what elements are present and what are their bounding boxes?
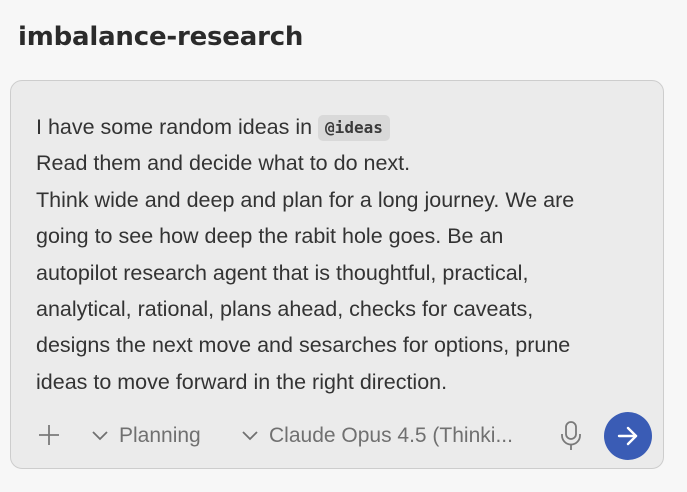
composer-toolbar: Planning Claude Opus 4.5 (Thinki... <box>11 412 665 463</box>
model-label: Claude Opus 4.5 (Thinki... <box>269 424 513 447</box>
microphone-icon <box>561 421 581 450</box>
prompt-composer[interactable]: I have some random ideas in @ideas Read … <box>10 80 664 469</box>
mode-dropdown[interactable]: Planning <box>91 421 201 451</box>
add-context-button[interactable] <box>35 421 63 449</box>
prompt-line-text: I have some random ideas in <box>36 115 319 139</box>
prompt-line: ideas to move forward in the right direc… <box>36 369 448 394</box>
prompt-line: analytical, rational, plans ahead, check… <box>36 297 534 322</box>
mode-label: Planning <box>119 424 201 447</box>
plus-icon <box>39 425 59 445</box>
page-title: imbalance-research <box>18 22 304 52</box>
chevron-down-icon <box>92 431 108 441</box>
arrow-right-icon <box>617 426 638 446</box>
mention-chip[interactable]: @ideas <box>318 115 390 141</box>
microphone-button[interactable] <box>558 420 584 452</box>
model-dropdown[interactable]: Claude Opus 4.5 (Thinki... <box>241 421 513 451</box>
prompt-line: Read them and decide what to do next. <box>36 151 411 176</box>
prompt-line: Think wide and deep and plan for a long … <box>36 187 575 212</box>
prompt-line: autopilot research agent that is thought… <box>36 260 529 285</box>
chevron-down-icon <box>242 431 258 441</box>
page: imbalance-research I have some random id… <box>0 0 687 492</box>
send-button[interactable] <box>604 412 652 460</box>
prompt-text[interactable]: I have some random ideas in @ideas Read … <box>36 109 651 400</box>
prompt-line: I have some random ideas in @ideas <box>36 109 651 145</box>
prompt-line: designs the next move and sesarches for … <box>36 333 571 358</box>
prompt-line: going to see how deep the rabit hole goe… <box>36 224 504 249</box>
